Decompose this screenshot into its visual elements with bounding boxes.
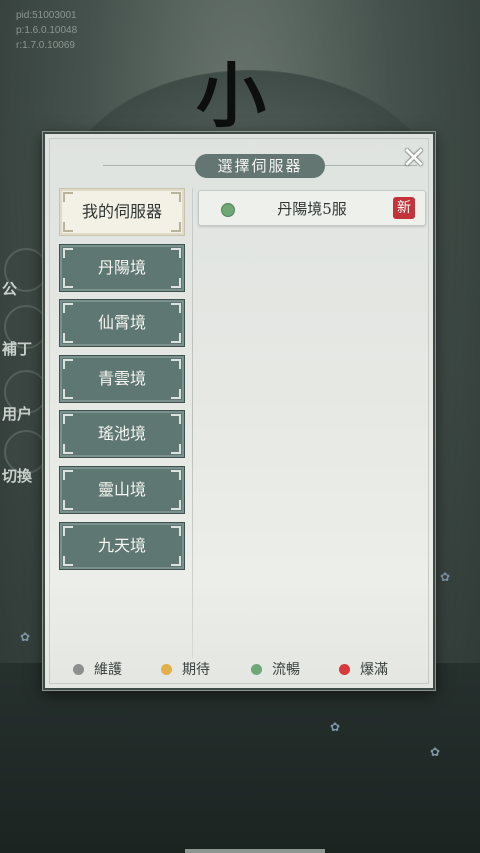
status-dot-icon: [251, 664, 262, 675]
corner-ornament: [171, 414, 181, 425]
server-item[interactable]: 丹陽境5服 新: [198, 190, 426, 226]
status-dot-icon: [161, 664, 172, 675]
patch-label: 補丁: [2, 341, 33, 358]
server-name: 丹陽境5服: [277, 200, 347, 218]
build-info-line: pid:51003001: [16, 10, 77, 21]
region-label: 仙霄境: [97, 313, 146, 333]
region-tab-xianxiao[interactable]: 仙霄境: [59, 299, 185, 348]
build-info-line: r:1.7.0.10069: [16, 40, 75, 51]
region-label: 九天境: [97, 535, 146, 555]
corner-ornament: [171, 358, 181, 369]
status-legend: 維護 期待 流暢 爆滿: [43, 658, 435, 682]
corner-ornament: [171, 247, 181, 258]
region-tab-yaochi[interactable]: 瑤池境: [59, 410, 185, 459]
status-dot-icon: [221, 203, 235, 217]
home-indicator: [185, 849, 325, 853]
corner-ornament: [171, 525, 181, 536]
dialog-header: 選擇伺服器: [43, 154, 435, 178]
panel-divider: [192, 188, 193, 658]
server-select-dialog: 選擇伺服器 ✕ 我的伺服器 丹陽境 仙霄境 青雲境 瑤池境 靈山境 九天境 丹陽…: [42, 131, 436, 691]
corner-ornament: [63, 358, 73, 369]
corner-ornament: [171, 303, 181, 314]
corner-ornament: [63, 499, 73, 510]
game-logo: 小: [196, 54, 266, 137]
corner-ornament: [63, 222, 73, 232]
corner-ornament: [171, 333, 181, 344]
corner-ornament: [63, 192, 73, 202]
region-label: 丹陽境: [97, 257, 146, 277]
corner-ornament: [171, 277, 181, 288]
corner-ornament: [63, 277, 73, 288]
corner-ornament: [63, 247, 73, 258]
legend-upcoming: 期待: [161, 658, 210, 682]
flower-icon: ✿: [330, 720, 341, 734]
tab-my-servers[interactable]: 我的伺服器: [59, 188, 185, 236]
region-tab-lingshan[interactable]: 靈山境: [59, 465, 185, 514]
flower-icon: ✿: [440, 570, 451, 584]
corner-ornament: [63, 525, 73, 536]
corner-ornament: [63, 303, 73, 314]
corner-ornament: [171, 469, 181, 480]
flower-icon: ✿: [20, 630, 31, 644]
announcement-label: 公: [2, 281, 18, 298]
tab-label: 我的伺服器: [81, 202, 162, 221]
user-label: 用户: [2, 406, 33, 423]
corner-ornament: [171, 555, 181, 566]
legend-label: 維護: [94, 662, 122, 678]
legend-full: 爆滿: [339, 658, 388, 682]
region-list: 我的伺服器 丹陽境 仙霄境 青雲境 瑤池境 靈山境 九天境: [59, 188, 185, 577]
background-ground: [0, 663, 480, 853]
legend-label: 期待: [182, 662, 210, 678]
region-label: 瑤池境: [97, 424, 146, 444]
status-dot-icon: [339, 664, 350, 675]
build-info-line: p:1.6.0.10048: [16, 25, 78, 36]
close-icon[interactable]: ✕: [399, 144, 429, 174]
legend-smooth: 流暢: [251, 658, 300, 682]
corner-ornament: [171, 444, 181, 455]
region-label: 靈山境: [97, 479, 146, 499]
corner-ornament: [63, 469, 73, 480]
region-tab-danyang[interactable]: 丹陽境: [59, 243, 185, 292]
corner-ornament: [63, 444, 73, 455]
status-dot-icon: [73, 664, 84, 675]
new-badge: 新: [393, 197, 415, 219]
region-tab-qingyun[interactable]: 青雲境: [59, 354, 185, 403]
flower-icon: ✿: [430, 745, 441, 759]
dialog-title: 選擇伺服器: [195, 154, 325, 178]
region-label: 青雲境: [97, 368, 146, 388]
legend-label: 爆滿: [360, 662, 388, 678]
corner-ornament: [63, 388, 73, 399]
legend-label: 流暢: [272, 662, 300, 678]
corner-ornament: [63, 333, 73, 344]
build-info: pid:51003001 p:1.6.0.10048 r:1.7.0.10069: [16, 8, 77, 53]
corner-ornament: [171, 222, 181, 232]
switch-label: 切換: [2, 468, 33, 485]
corner-ornament: [171, 499, 181, 510]
corner-ornament: [171, 192, 181, 202]
legend-maintenance: 維護: [73, 658, 122, 682]
corner-ornament: [63, 414, 73, 425]
corner-ornament: [171, 388, 181, 399]
title-ornament-left: [103, 165, 195, 166]
corner-ornament: [63, 555, 73, 566]
region-tab-jiutian[interactable]: 九天境: [59, 521, 185, 570]
